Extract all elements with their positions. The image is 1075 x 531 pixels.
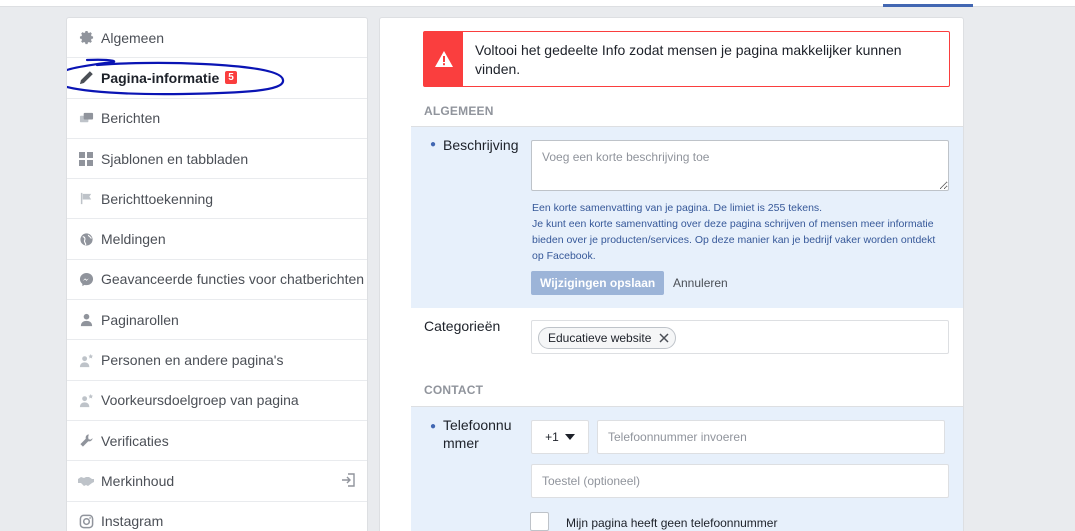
incomplete-info-alert: Voltooi het gedeelte Info zodat mensen j… [423, 31, 950, 87]
sidebar-item-algemeen[interactable]: Algemeen [67, 18, 367, 59]
top-bar [0, 0, 1075, 7]
section-heading-general: ALGEMEEN [424, 104, 494, 118]
instagram-icon [78, 513, 94, 529]
sidebar-item-personen-en-paginas[interactable]: Personen en andere pagina's [67, 340, 367, 381]
phone-label: Telefoonnu mmer [443, 416, 512, 452]
country-code-select[interactable]: +1 [531, 420, 589, 454]
required-dot: ● [430, 421, 437, 432]
sidebar-item-label: Meldingen [101, 231, 166, 248]
sidebar-item-label: Voorkeursdoelgroep van pagina [101, 392, 299, 409]
categories-input[interactable]: Educatieve website [531, 320, 949, 354]
description-help-text: Je kunt een korte samenvatting over deze… [532, 218, 936, 262]
extension-input[interactable] [531, 464, 949, 498]
globe-icon [78, 231, 94, 247]
sidebar-item-label: Verificaties [101, 432, 169, 449]
sidebar-item-chatberichten[interactable]: Geavanceerde functies voor chatberichten [67, 260, 367, 301]
sidebar-item-label: Pagina-informatie [101, 69, 220, 86]
person-star-icon [78, 352, 94, 368]
sidebar-item-label: Sjablonen en tabbladen [101, 150, 249, 167]
sidebar-item-label: Geavanceerde functies voor chatberichten [101, 271, 365, 288]
description-label: Beschrijving [443, 137, 519, 153]
country-code-value: +1 [545, 430, 559, 444]
pencil-icon [78, 70, 94, 86]
categories-label: Categorieën [424, 318, 501, 334]
close-icon[interactable] [659, 333, 669, 343]
sidebar-item-merkinhoud[interactable]: Merkinhoud [67, 461, 367, 502]
sidebar-item-label: Paginarollen [101, 311, 179, 328]
section-heading-contact: CONTACT [424, 383, 484, 397]
phone-number-input[interactable] [597, 420, 945, 454]
person-star-icon [78, 392, 94, 408]
sidebar-item-berichttoekenning[interactable]: Berichttoekenning [67, 179, 367, 220]
sidebar-item-berichten[interactable]: Berichten [67, 99, 367, 139]
cancel-button[interactable]: Annuleren [673, 276, 728, 290]
description-help-limit: Een korte samenvatting van je pagina. De… [532, 202, 823, 214]
save-changes-button[interactable]: Wijzigingen opslaan [531, 271, 665, 295]
caret-down-icon [564, 434, 575, 440]
phone-label-line1: Telefoonnu [443, 417, 512, 433]
warning-icon [424, 32, 464, 86]
category-chip: Educatieve website [538, 327, 677, 349]
grid-icon [78, 151, 94, 167]
no-phone-checkbox[interactable] [530, 512, 549, 531]
notification-badge: 5 [225, 71, 237, 85]
sidebar-item-label: Merkinhoud [101, 472, 175, 489]
sidebar-item-sjablonen[interactable]: Sjablonen en tabbladen [67, 139, 367, 180]
handshake-icon [78, 473, 94, 489]
sidebar-item-pagina-informatie[interactable]: Pagina-informatie 5 [67, 58, 367, 99]
sidebar-item-label: Instagram [101, 513, 164, 530]
sidebar-item-paginarollen[interactable]: Paginarollen [67, 300, 367, 341]
person-icon [78, 312, 94, 328]
flag-icon [78, 191, 94, 207]
sidebar-item-instagram[interactable]: Instagram [67, 502, 367, 531]
settings-sidebar: Algemeen Pagina-informatie 5 Berichten S… [66, 17, 368, 531]
wrench-icon [78, 433, 94, 449]
messenger-icon [78, 271, 94, 287]
category-chip-label: Educatieve website [548, 331, 652, 345]
sidebar-item-label: Personen en andere pagina's [101, 352, 284, 369]
sidebar-item-label: Algemeen [101, 29, 165, 46]
required-dot: ● [430, 139, 437, 150]
sidebar-item-verificaties[interactable]: Verificaties [67, 421, 367, 462]
page-info-panel: Voltooi het gedeelte Info zodat mensen j… [379, 17, 964, 531]
sign-in-icon[interactable] [341, 473, 355, 490]
no-phone-label: Mijn pagina heeft geen telefoonnummer [566, 516, 778, 530]
sidebar-item-voorkeursdoelgroep[interactable]: Voorkeursdoelgroep van pagina [67, 381, 367, 421]
phone-label-line2: mmer [443, 435, 479, 451]
alert-message: Voltooi het gedeelte Info zodat mensen j… [475, 42, 902, 77]
sidebar-item-label: Berichttoekenning [101, 190, 214, 207]
gear-icon [78, 30, 94, 46]
active-tab-indicator [883, 4, 973, 7]
sidebar-item-meldingen[interactable]: Meldingen [67, 219, 367, 260]
description-textarea[interactable] [531, 140, 949, 191]
chat-bubbles-icon [78, 110, 94, 126]
sidebar-item-label: Berichten [101, 110, 161, 127]
